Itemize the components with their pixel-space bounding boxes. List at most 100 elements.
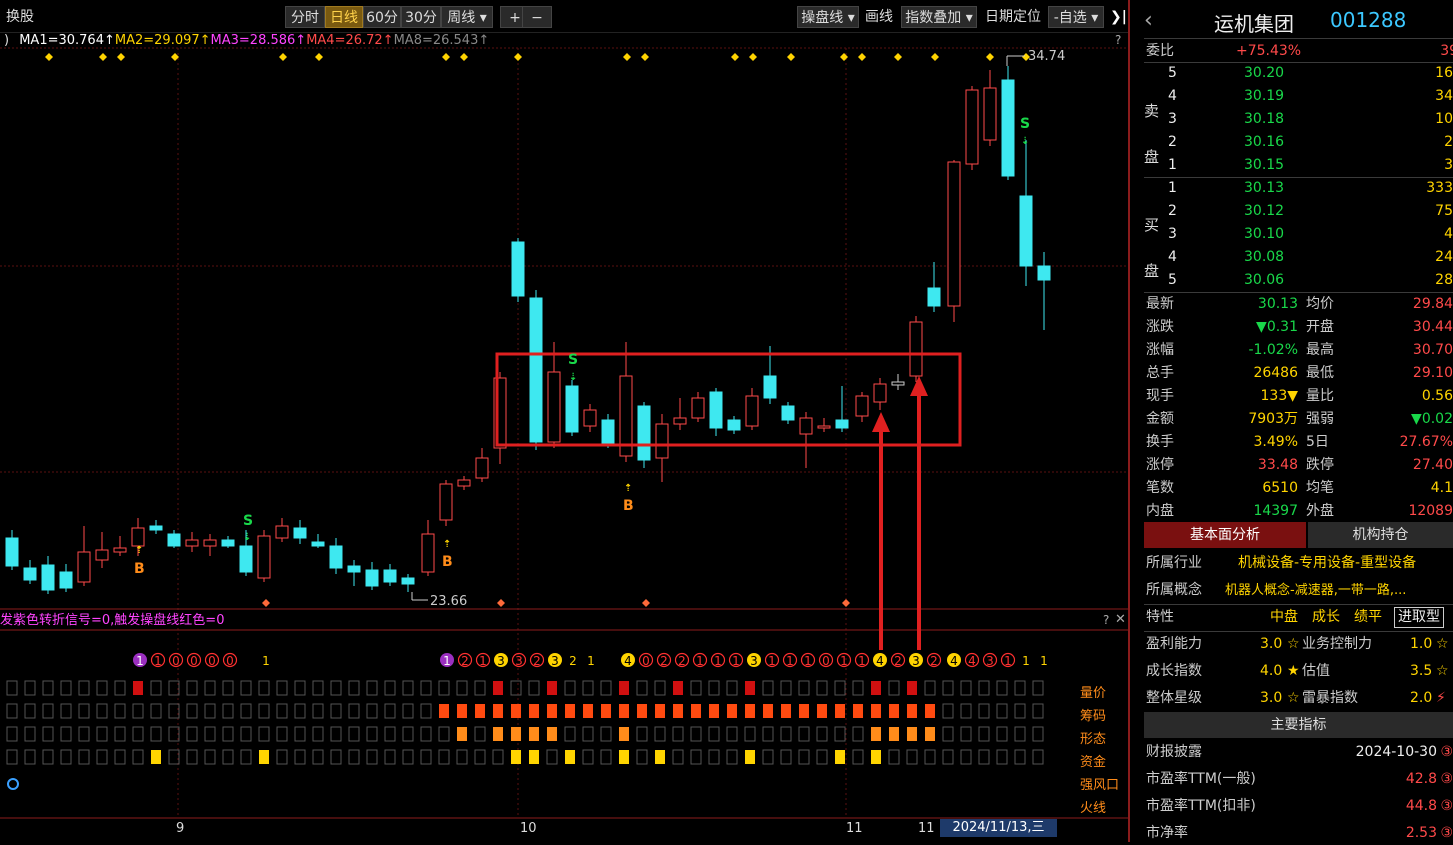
concept-row: 所属概念 机器人概念-减速器,一带一路,...: [1144, 579, 1453, 602]
tab-institutions[interactable]: 机构持仓: [1308, 522, 1453, 548]
candle: [855, 395, 869, 417]
quote-row[interactable]: 笔数 6510 均笔 4.1: [1144, 477, 1453, 500]
weibi-row: 委比 +75.43% 399: [1144, 40, 1453, 63]
diamond-marker: [99, 53, 107, 61]
buy-level-row[interactable]: 3 30.10 4: [1144, 223, 1453, 246]
row-label-hot-sector: 强风口: [1080, 778, 1120, 793]
level-volume: 333: [1426, 180, 1453, 196]
tab-fundamentals[interactable]: 基本面分析: [1144, 522, 1306, 548]
svg-text:1: 1: [479, 654, 487, 668]
metric-row[interactable]: 市盈率TTM(一般) 42.8 ③: [1144, 768, 1453, 791]
svg-text:1: 1: [1022, 654, 1030, 668]
quote-value: ▼0.02: [1411, 411, 1453, 427]
quote-value: 30.44: [1412, 319, 1453, 335]
concept-value[interactable]: 机器人概念-减速器,一带一路,...: [1225, 579, 1406, 602]
key-metrics-header[interactable]: 主要指标: [1144, 712, 1453, 738]
row-label-chips: 筹码: [1080, 709, 1107, 724]
buy-arrow-icon: ⇡: [135, 545, 143, 556]
indicator-help-icon[interactable]: ?: [1103, 613, 1109, 627]
quote-label: 最低: [1306, 365, 1334, 381]
svg-text:4: 4: [624, 654, 632, 668]
svg-text:3: 3: [750, 654, 758, 668]
back-icon[interactable]: ‹: [1144, 8, 1153, 33]
sell-level-row[interactable]: 2 30.16 2: [1144, 131, 1453, 154]
quote-label: 最高: [1306, 342, 1334, 358]
quote-value: 29.10: [1412, 365, 1453, 381]
quote-value: 27.40: [1412, 457, 1453, 473]
sell-signal: S: [243, 513, 253, 529]
sell-level-row[interactable]: 4 30.19 34: [1144, 85, 1453, 108]
quote-row[interactable]: 内盘 14397 外盘 12089: [1144, 500, 1453, 523]
diamond-marker: [279, 53, 287, 61]
quote-label: 外盘: [1306, 503, 1334, 519]
trait-performance: 绩平: [1354, 609, 1382, 625]
quote-label: 总手: [1146, 365, 1174, 381]
candle: [891, 381, 905, 386]
svg-text:1: 1: [732, 654, 740, 668]
buy-arrow-icon: ⇡: [443, 539, 451, 550]
stock-name: 运机集团: [1214, 12, 1294, 36]
candle: [565, 385, 579, 433]
industry-value[interactable]: 机械设备-专用设备-重型设备: [1238, 552, 1416, 575]
rating-row[interactable]: 盈利能力 3.0 ☆ 业务控制力 1.0 ☆: [1144, 633, 1453, 656]
diamond-marker: [514, 53, 522, 61]
metric-info-icon[interactable]: ③: [1440, 795, 1453, 818]
quote-row[interactable]: 换手 3.49% 5日 27.67%: [1144, 431, 1453, 454]
kline-chart[interactable]: 34.74 23.66 S ⇣ S ⇣ S ⇣ ⇡ B ⇡ B ⇡ B 1100…: [0, 0, 1128, 842]
metric-label: 市盈率TTM(扣非): [1146, 798, 1256, 814]
quote-row[interactable]: 最新 30.13 均价 29.84: [1144, 293, 1453, 316]
quote-row[interactable]: 金额 7903万 强弱 ▼0.02: [1144, 408, 1453, 431]
quote-row[interactable]: 涨跌 ▼0.31 开盘 30.44: [1144, 316, 1453, 339]
star-icon: ★: [1287, 663, 1300, 679]
sell-level-row[interactable]: 5 30.20 16: [1144, 62, 1453, 85]
candle: [691, 397, 705, 419]
buy-signal: B: [623, 498, 634, 514]
quote-value: 4.1: [1430, 480, 1453, 496]
buy-level-row[interactable]: 2 30.12 75: [1144, 200, 1453, 223]
metric-info-icon[interactable]: ③: [1440, 741, 1453, 764]
quote-row[interactable]: 总手 26486 最低 29.10: [1144, 362, 1453, 385]
metric-info-icon[interactable]: ③: [1440, 768, 1453, 791]
level-price: 30.13: [1244, 180, 1285, 196]
metric-row[interactable]: 市盈率TTM(扣非) 44.8 ③: [1144, 795, 1453, 818]
buy-level-row[interactable]: 4 30.08 24: [1144, 246, 1453, 269]
buy-level-row[interactable]: 5 30.06 28: [1144, 269, 1453, 292]
candle: [347, 565, 361, 573]
candle: [185, 539, 199, 547]
quote-row[interactable]: 涨停 33.48 跌停 27.40: [1144, 454, 1453, 477]
quote-row[interactable]: 现手 133▼ 量比 0.56: [1144, 385, 1453, 408]
rating-row[interactable]: 整体星级 3.0 ☆ 雷暴指数 2.0 ⚡: [1144, 687, 1453, 710]
metric-row[interactable]: 财报披露 2024-10-30 ③: [1144, 741, 1453, 764]
diamond-marker: [315, 53, 323, 61]
row-label-funds: 资金: [1080, 755, 1107, 770]
quote-value: -1.02%: [1248, 342, 1298, 358]
quote-value: 12089: [1408, 503, 1453, 519]
diamond-marker: [623, 53, 631, 61]
candle: [601, 419, 615, 445]
quote-label: 量比: [1306, 388, 1334, 404]
sell-level-row[interactable]: 3 30.18 10: [1144, 108, 1453, 131]
candle: [41, 564, 55, 591]
candle: [965, 89, 979, 165]
buy-level-row[interactable]: 1 30.13 333: [1144, 177, 1453, 200]
sell-level-row[interactable]: 1 30.15 3: [1144, 154, 1453, 177]
candle: [457, 479, 471, 487]
diamond-marker: [45, 53, 53, 61]
quote-label: 涨跌: [1146, 319, 1174, 335]
svg-text:1: 1: [154, 654, 162, 668]
svg-text:0: 0: [642, 654, 650, 668]
candle: [547, 371, 561, 443]
diamond-marker: [749, 53, 757, 61]
signal-diamonds: [45, 53, 1030, 61]
quote-value: 27.67%: [1399, 434, 1453, 450]
diamond-marker: [731, 53, 739, 61]
indicator-close-icon[interactable]: ✕: [1115, 612, 1126, 627]
quote-label: 涨停: [1146, 457, 1174, 473]
rating-row[interactable]: 成长指数 4.0 ★ 估值 3.5 ☆: [1144, 660, 1453, 683]
quote-row[interactable]: 涨幅 -1.02% 最高 30.70: [1144, 339, 1453, 362]
trait-size: 中盘: [1270, 609, 1298, 625]
svg-text:1: 1: [1040, 654, 1048, 668]
level-number: 5: [1168, 65, 1177, 81]
level-volume: 16: [1435, 65, 1453, 81]
svg-text:2: 2: [569, 654, 577, 668]
